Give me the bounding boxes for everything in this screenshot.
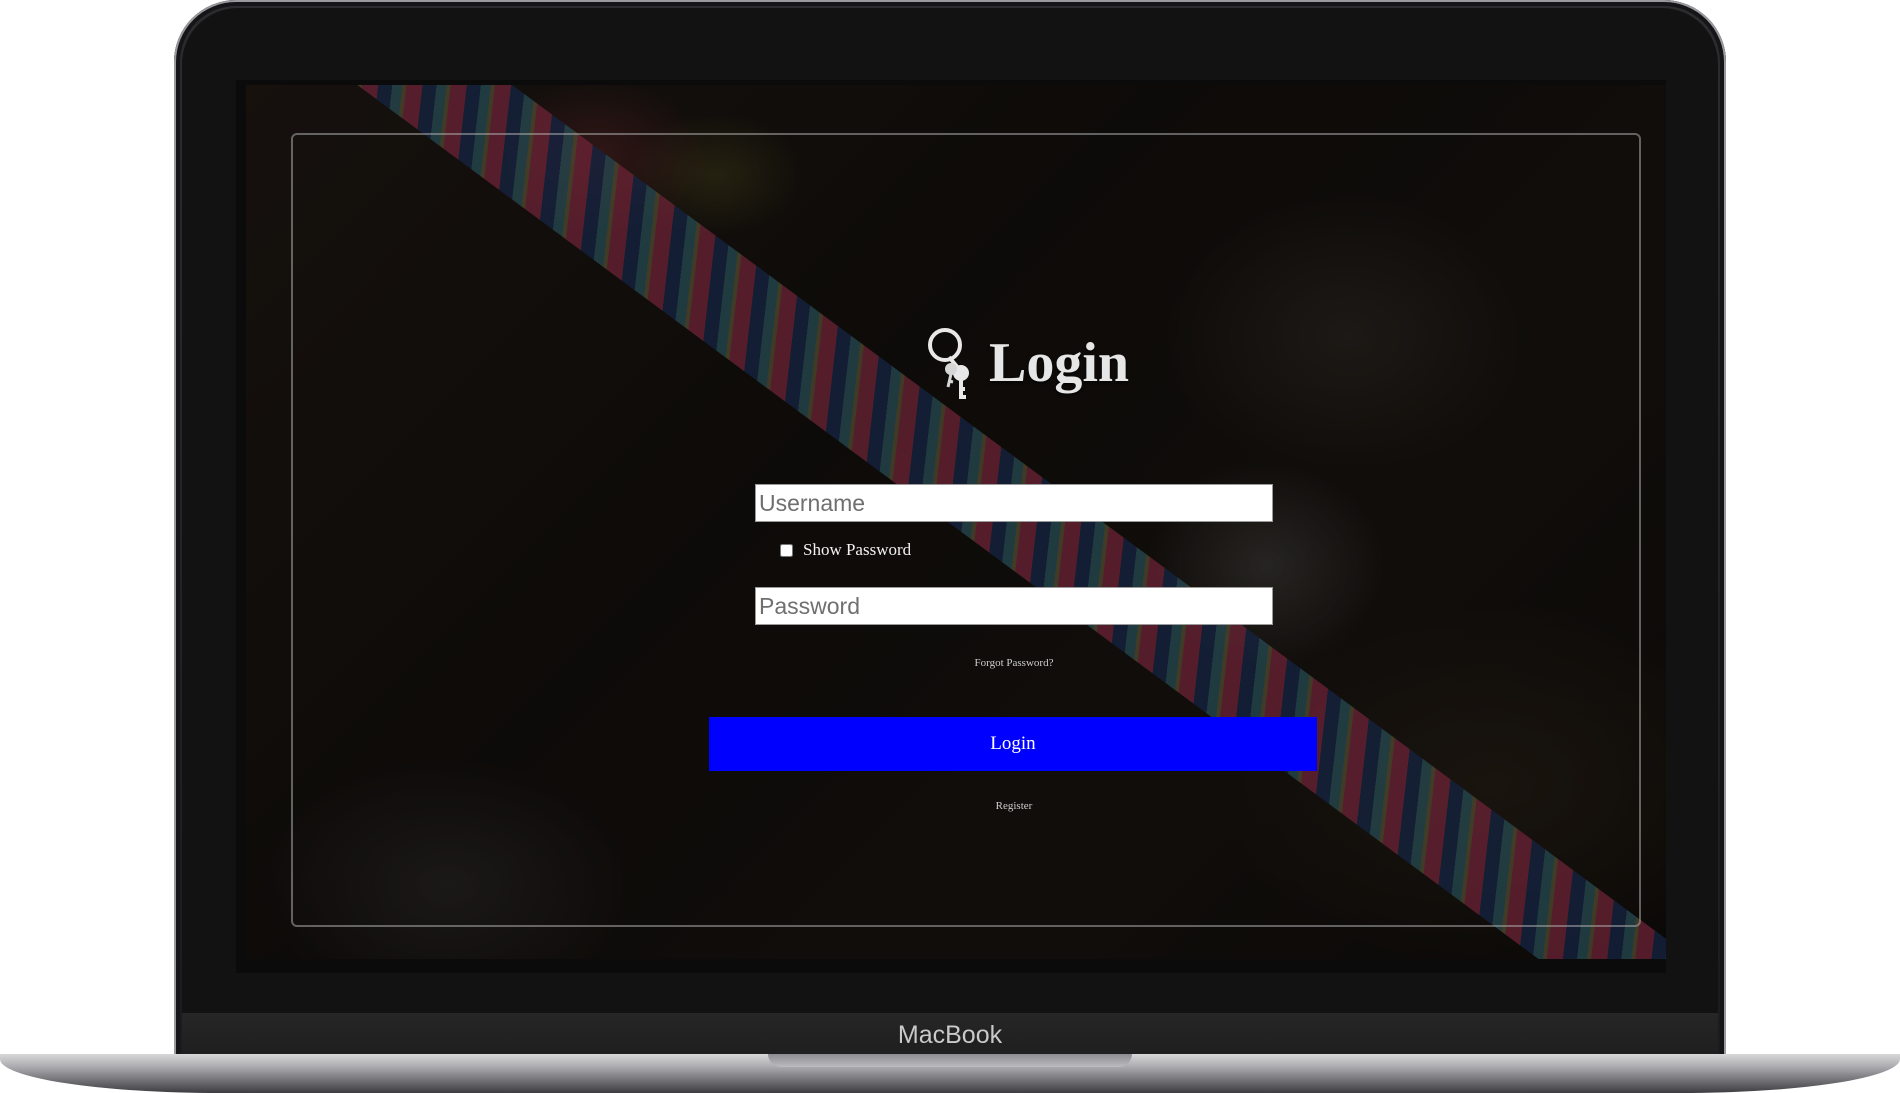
- register-link[interactable]: Register: [914, 800, 1114, 812]
- username-input[interactable]: [755, 484, 1273, 522]
- brand-label: MacBook: [897, 1021, 1003, 1049]
- show-password-checkbox[interactable]: [780, 543, 793, 557]
- forgot-password-link[interactable]: Forgot Password?: [864, 657, 1164, 669]
- laptop-notch: [768, 1054, 1132, 1067]
- laptop-mockup: Login Show Password Forgot Password? Log…: [0, 0, 1900, 1093]
- show-password-label[interactable]: Show Password: [803, 540, 911, 560]
- screen: Login Show Password Forgot Password? Log…: [236, 80, 1666, 973]
- background-photo: Login Show Password Forgot Password? Log…: [246, 85, 1666, 959]
- show-password-row[interactable]: Show Password: [780, 538, 911, 562]
- login-button[interactable]: Login: [709, 717, 1317, 771]
- login-frame: Login Show Password Forgot Password? Log…: [291, 133, 1641, 927]
- page-title: Login: [989, 332, 1130, 394]
- keys-icon: [928, 328, 969, 399]
- login-heading: Login: [921, 323, 1129, 403]
- password-input[interactable]: [755, 587, 1273, 625]
